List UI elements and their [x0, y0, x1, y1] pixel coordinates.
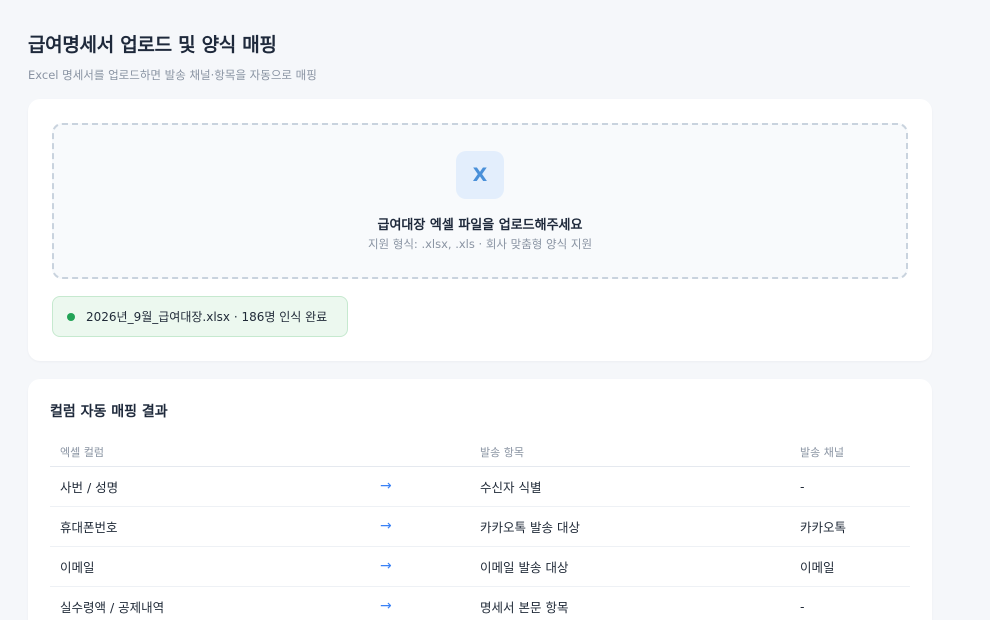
page-subtitle: Excel 명세서를 업로드하면 발송 채널·항목을 자동으로 매핑 [28, 68, 317, 82]
page-title: 급여명세서 업로드 및 양식 매핑 [28, 34, 277, 56]
table-row: 이메일 → 이메일 발송 대상 이메일 [50, 546, 910, 587]
arrow-right-icon: → [380, 586, 470, 620]
arrow-right-icon: → [380, 506, 470, 547]
table-row: 실수령액 / 공제내역 → 명세서 본문 항목 - [50, 586, 910, 620]
dropzone-title: 급여대장 엑셀 파일을 업로드해주세요 [377, 218, 583, 233]
upload-card: X 급여대장 엑셀 파일을 업로드해주세요 지원 형식: .xlsx, .xls… [28, 99, 932, 361]
target-item-cell: 수신자 식별 [470, 466, 790, 507]
upload-status-text: 2026년_9월_급여대장.xlsx · 186명 인식 완료 [86, 310, 328, 324]
table-row: 사번 / 성명 → 수신자 식별 - [50, 466, 910, 507]
column-header-source: 엑셀 컬럼 [50, 439, 380, 467]
column-header-arrow [380, 439, 470, 467]
table-header-row: 엑셀 컬럼 발송 항목 발송 채널 [50, 439, 910, 467]
mapping-table: 엑셀 컬럼 발송 항목 발송 채널 사번 / 성명 → 수신자 식별 - 휴대폰… [50, 439, 910, 620]
target-item-cell: 명세서 본문 항목 [470, 586, 790, 620]
channel-cell: - [790, 586, 910, 620]
dropzone-subtitle: 지원 형식: .xlsx, .xls · 회사 맞춤형 양식 지원 [367, 237, 593, 251]
page-header: 급여명세서 업로드 및 양식 매핑 Excel 명세서를 업로드하면 발송 채널… [28, 30, 317, 83]
channel-cell: - [790, 466, 910, 507]
mapping-title: 컬럼 자동 매핑 결과 [50, 404, 168, 420]
upload-status-badge: 2026년_9월_급여대장.xlsx · 186명 인식 완료 [52, 296, 348, 337]
target-item-cell: 이메일 발송 대상 [470, 546, 790, 587]
arrow-right-icon: → [380, 466, 470, 507]
mapping-card: 컬럼 자동 매핑 결과 엑셀 컬럼 발송 항목 발송 채널 사번 / 성명 → … [28, 379, 932, 620]
source-column-cell: 이메일 [50, 546, 380, 587]
source-column-cell: 휴대폰번호 [50, 506, 380, 547]
excel-file-icon: X [456, 151, 504, 199]
column-header-target: 발송 항목 [470, 439, 790, 467]
channel-cell: 카카오톡 [790, 506, 910, 547]
arrow-right-icon: → [380, 546, 470, 587]
status-dot-icon [67, 312, 75, 321]
source-column-cell: 사번 / 성명 [50, 466, 380, 507]
target-item-cell: 카카오톡 발송 대상 [470, 506, 790, 547]
column-header-channel: 발송 채널 [790, 439, 910, 467]
file-dropzone[interactable]: X 급여대장 엑셀 파일을 업로드해주세요 지원 형식: .xlsx, .xls… [52, 123, 908, 279]
channel-cell: 이메일 [790, 546, 910, 587]
table-row: 휴대폰번호 → 카카오톡 발송 대상 카카오톡 [50, 506, 910, 547]
source-column-cell: 실수령액 / 공제내역 [50, 586, 380, 620]
